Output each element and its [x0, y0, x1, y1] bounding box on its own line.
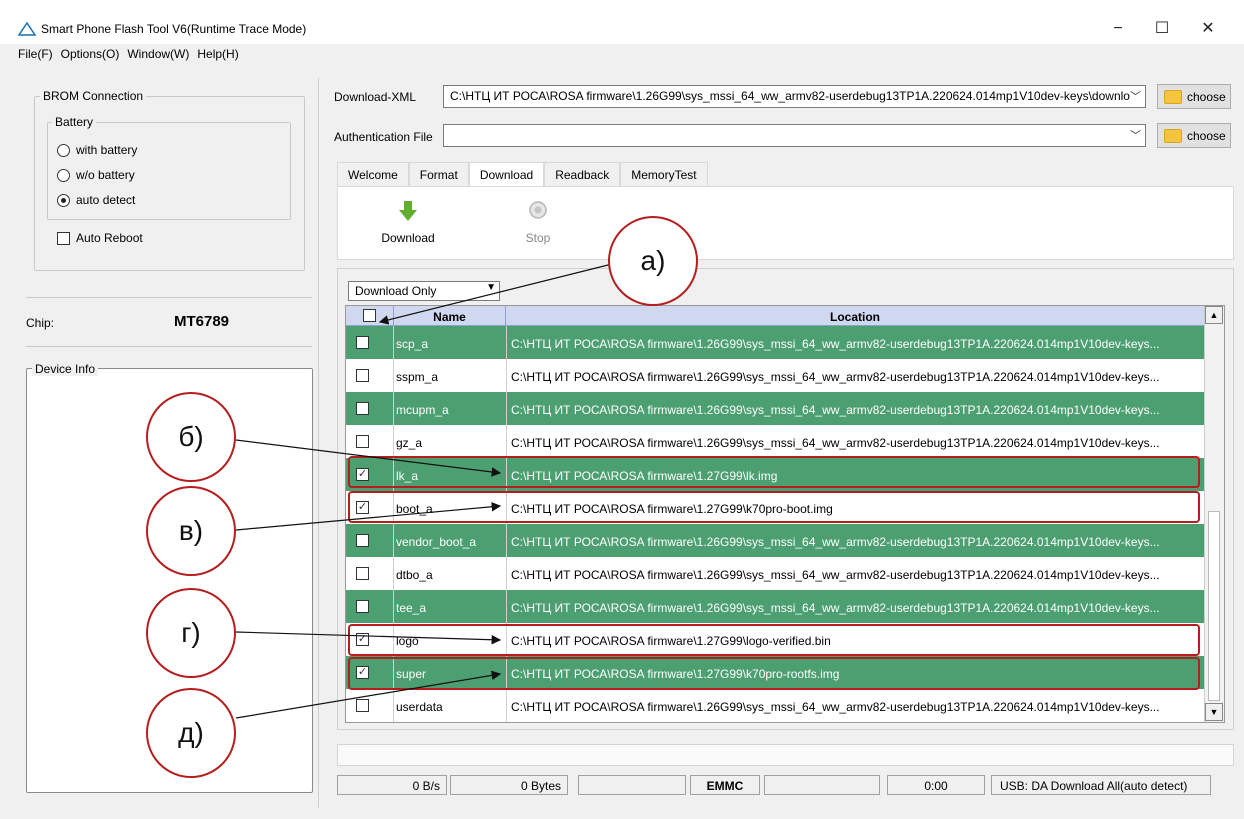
- annotation-a: а): [608, 216, 698, 306]
- annotation-d: д): [146, 688, 236, 778]
- annotation-v: в): [146, 486, 236, 576]
- annotation-g: г): [146, 588, 236, 678]
- annotation-b: б): [146, 392, 236, 482]
